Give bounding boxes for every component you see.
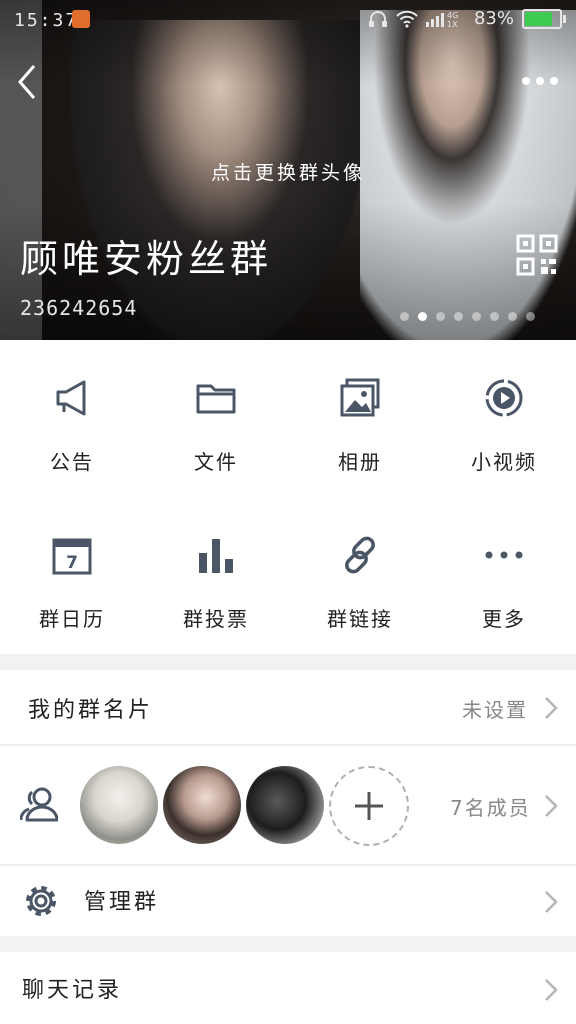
grid-item-short-video[interactable]: 小视频	[432, 340, 576, 497]
chevron-right-icon	[545, 697, 558, 719]
chevron-right-icon	[545, 979, 558, 1001]
member-avatar[interactable]	[246, 766, 324, 844]
feature-grid: 公告 文件 相册 小视频 7 群日历 群投票 群链接 更多	[0, 340, 576, 654]
grid-item-more[interactable]: 更多	[432, 497, 576, 654]
section-divider	[0, 654, 576, 670]
more-options-button[interactable]	[522, 70, 562, 92]
qr-code-button[interactable]	[516, 234, 558, 276]
manage-group-label: 管理群	[84, 890, 160, 915]
member-count: 7名成员	[450, 796, 531, 820]
link-icon	[345, 536, 375, 574]
chevron-right-icon	[545, 891, 558, 913]
status-time: 15:37	[14, 10, 79, 31]
notification-app-icon	[72, 10, 90, 28]
photo-album-icon	[340, 378, 380, 417]
grid-item-announcement[interactable]: 公告	[0, 340, 144, 497]
group-name: 顾唯安粉丝群	[20, 237, 273, 281]
signal-icon: 4G 1X	[425, 11, 458, 28]
back-arrow-icon	[18, 65, 36, 99]
manage-group-row[interactable]: 管理群	[0, 866, 576, 936]
my-group-card-row[interactable]: 我的群名片 未设置	[0, 670, 576, 744]
grid-item-album[interactable]: 相册	[288, 340, 432, 497]
gear-icon	[26, 886, 56, 916]
more-dots-icon	[485, 551, 523, 559]
battery-icon	[522, 8, 566, 29]
calendar-icon: 7	[52, 538, 92, 575]
grid-item-link[interactable]: 群链接	[288, 497, 432, 654]
bar-chart-icon	[199, 539, 233, 573]
headphones-icon	[368, 10, 387, 27]
svg-text:1X: 1X	[447, 20, 458, 28]
status-bar: 15:37 4G 1X 83%	[0, 0, 576, 40]
svg-text:7: 7	[66, 553, 78, 573]
wifi-icon	[396, 10, 418, 28]
group-header-photo[interactable]: 15:37 4G 1X 83% 点击更换群头像 顾唯安粉丝群 236242654	[0, 0, 576, 340]
chat-history-row[interactable]: 聊天记录	[0, 952, 576, 1024]
member-avatar[interactable]	[80, 766, 158, 844]
folder-icon	[196, 384, 236, 414]
members-row[interactable]: 7名成员	[0, 746, 576, 864]
grid-item-files[interactable]: 文件	[144, 340, 288, 497]
chat-history-label: 聊天记录	[22, 978, 123, 1003]
change-avatar-hint[interactable]: 点击更换群头像	[0, 158, 576, 185]
megaphone-icon	[56, 380, 86, 416]
carousel-dots	[400, 312, 535, 321]
battery-percent: 83%	[473, 8, 514, 29]
grid-item-calendar[interactable]: 7 群日历	[0, 497, 144, 654]
back-button[interactable]	[10, 62, 46, 102]
chevron-right-icon	[545, 795, 558, 817]
member-avatar[interactable]	[163, 766, 241, 844]
grid-item-vote[interactable]: 群投票	[144, 497, 288, 654]
video-icon	[485, 379, 523, 417]
qr-code-icon	[516, 234, 558, 276]
add-member-button[interactable]	[329, 766, 409, 846]
members-icon	[20, 787, 58, 822]
my-group-card-value: 未设置	[462, 698, 528, 722]
plus-icon	[355, 792, 383, 820]
section-divider	[0, 936, 576, 952]
group-id: 236242654	[20, 296, 138, 320]
svg-text:4G: 4G	[447, 11, 458, 20]
my-group-card-label: 我的群名片	[28, 698, 154, 723]
